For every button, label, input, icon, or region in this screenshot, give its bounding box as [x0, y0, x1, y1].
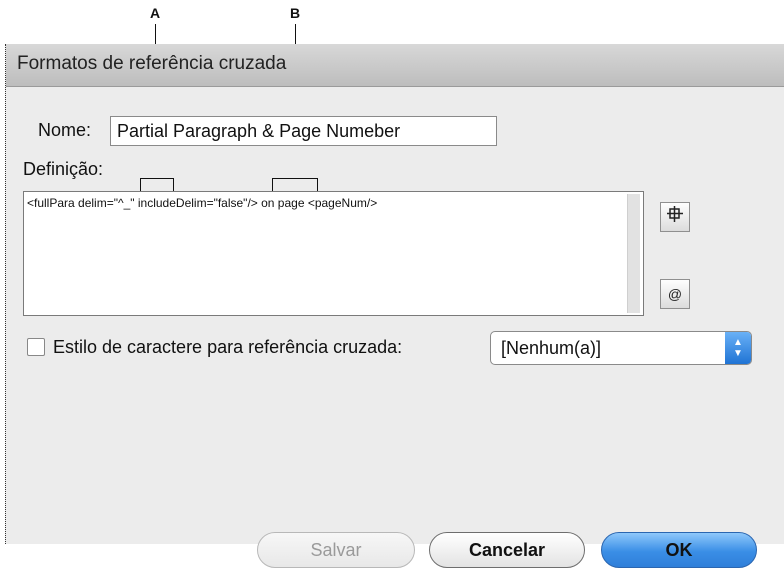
at-sign-icon: @ [667, 286, 683, 302]
building-block-icon [667, 206, 683, 225]
definition-scrollbar[interactable] [627, 194, 640, 313]
insert-special-character-button[interactable]: @ [660, 279, 690, 309]
chevron-updown-icon: ▲ ▼ [725, 332, 751, 364]
save-button[interactable]: Salvar [257, 532, 415, 568]
callout-a-label: A [150, 5, 161, 21]
callout-b-bracket [272, 178, 318, 191]
callout-b-label: B [290, 5, 301, 21]
character-style-value: [Nenhum(a)] [501, 338, 602, 358]
character-style-select[interactable]: [Nenhum(a)] ▲ ▼ [490, 331, 752, 365]
definition-textarea[interactable]: <fullPara delim="^_" includeDelim="false… [23, 191, 644, 316]
definition-text: <fullPara delim="^_" includeDelim="false… [27, 196, 378, 210]
insert-building-block-button[interactable] [660, 202, 690, 232]
dialog-titlebar[interactable]: Formatos de referência cruzada [6, 44, 784, 87]
cancel-button[interactable]: Cancelar [429, 532, 585, 568]
name-field[interactable]: Partial Paragraph & Page Numeber [110, 116, 497, 146]
character-style-checkbox[interactable] [27, 338, 45, 356]
ok-button[interactable]: OK [601, 532, 757, 568]
cross-reference-formats-dialog: Formatos de referência cruzada Nome: Par… [5, 44, 784, 568]
character-style-label: Estilo de caractere para referência cruz… [53, 337, 403, 357]
definition-label: Definição: [23, 159, 104, 179]
dialog-title: Formatos de referência cruzada [17, 53, 287, 74]
name-label: Nome: [38, 120, 92, 140]
callout-a-bracket [140, 178, 174, 191]
